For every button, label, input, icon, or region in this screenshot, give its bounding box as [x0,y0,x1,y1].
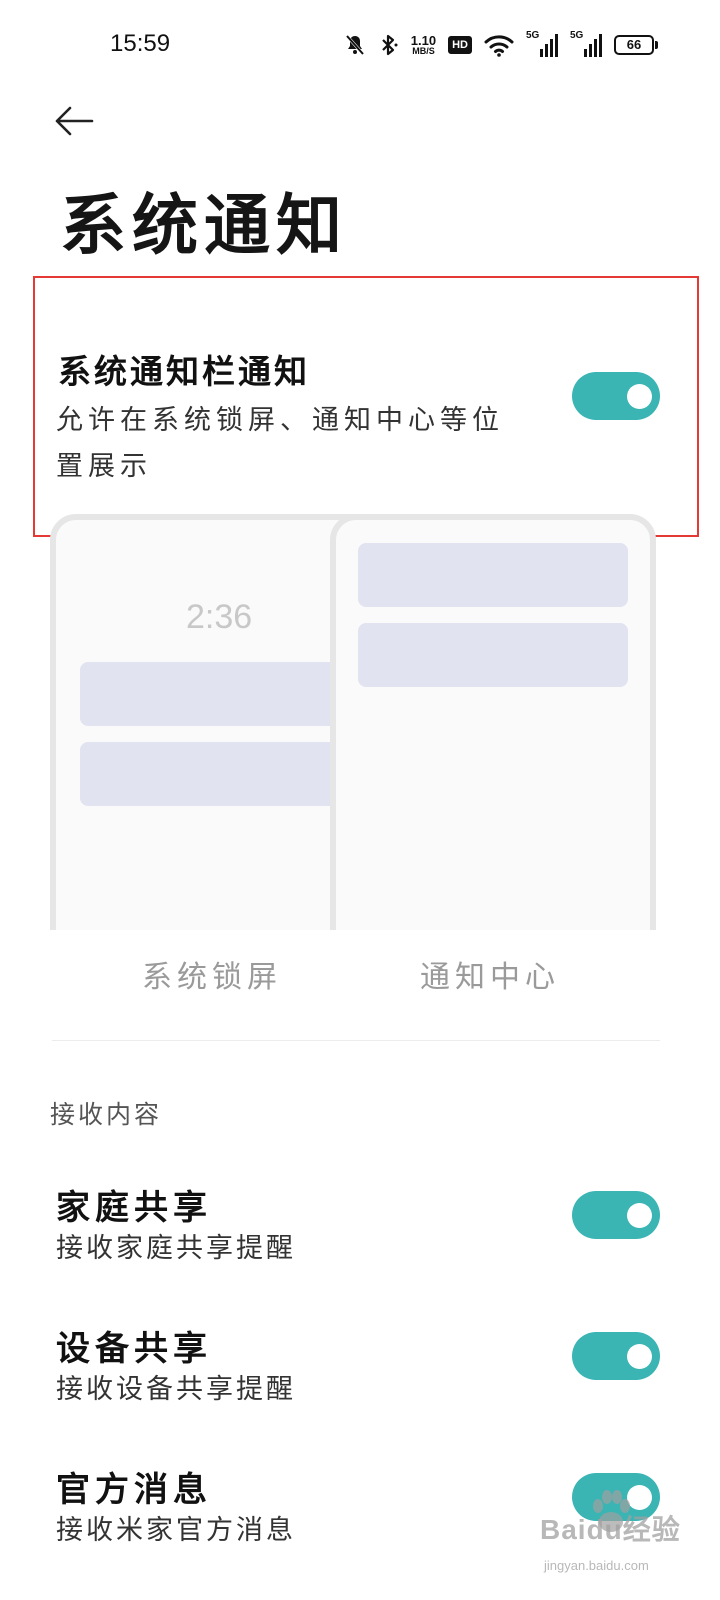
toggle-knob [627,1203,652,1228]
back-button[interactable] [46,96,102,146]
lock-screen-label: 系统锁屏 [142,960,282,995]
signal-2: 5G [570,30,602,57]
lock-screen-time: 2:36 [186,598,253,636]
device-sharing-toggle[interactable] [572,1332,660,1380]
family-sharing-title: 家庭共享 [56,1188,212,1228]
watermark-text: Baidu经验 [540,1514,681,1545]
battery-icon: 66 [614,35,658,55]
section-header: 接收内容 [50,1100,163,1129]
preview-notification-card [358,543,628,607]
mute-bell-icon [343,33,367,57]
bluetooth-icon [379,33,399,57]
system-notification-bar-title: 系统通知栏通知 [58,352,310,391]
notification-center-preview [330,514,656,930]
status-time: 15:59 [110,30,171,57]
network-speed: 1.10 MB/S [411,34,436,56]
signal-2-bars-icon [584,34,602,57]
official-messages-title: 官方消息 [56,1470,212,1510]
family-sharing-toggle[interactable] [572,1191,660,1239]
family-sharing-subtitle: 接收家庭共享提醒 [56,1233,296,1264]
toggle-knob [627,1344,652,1369]
signal-1: 5G [526,30,558,57]
signal-1-label: 5G [526,30,540,41]
device-sharing-title: 设备共享 [56,1329,212,1369]
network-speed-unit: MB/S [412,46,435,56]
signal-1-bars-icon [540,34,558,57]
notification-center-label: 通知中心 [420,960,560,995]
notification-preview: 2:36 [48,514,658,930]
system-notification-bar-toggle[interactable] [572,372,660,420]
hd-voice-badge: HD [448,36,472,54]
preview-notification-card [358,623,628,687]
official-messages-subtitle: 接收米家官方消息 [56,1515,296,1546]
status-icons: 1.10 MB/S HD 5G 5G 66 [343,30,658,60]
toggle-knob [627,384,652,409]
baidu-watermark: Baidu经验 jingyan.baidu.com [540,1490,710,1595]
device-sharing-subtitle: 接收设备共享提醒 [56,1374,296,1405]
page-title: 系统通知 [60,186,348,264]
arrow-left-icon [55,106,94,136]
divider [52,1040,660,1041]
system-notification-bar-description: 允许在系统锁屏、通知中心等位置展示 [56,405,504,482]
preview-labels: 系统锁屏 通知中心 [48,952,658,1002]
battery-level: 66 [614,35,654,55]
wifi-icon [484,33,514,57]
signal-2-label: 5G [570,30,584,41]
watermark-url: jingyan.baidu.com [544,1558,649,1573]
status-bar: 15:59 1.10 MB/S HD 5G 5G 66 [0,0,720,90]
